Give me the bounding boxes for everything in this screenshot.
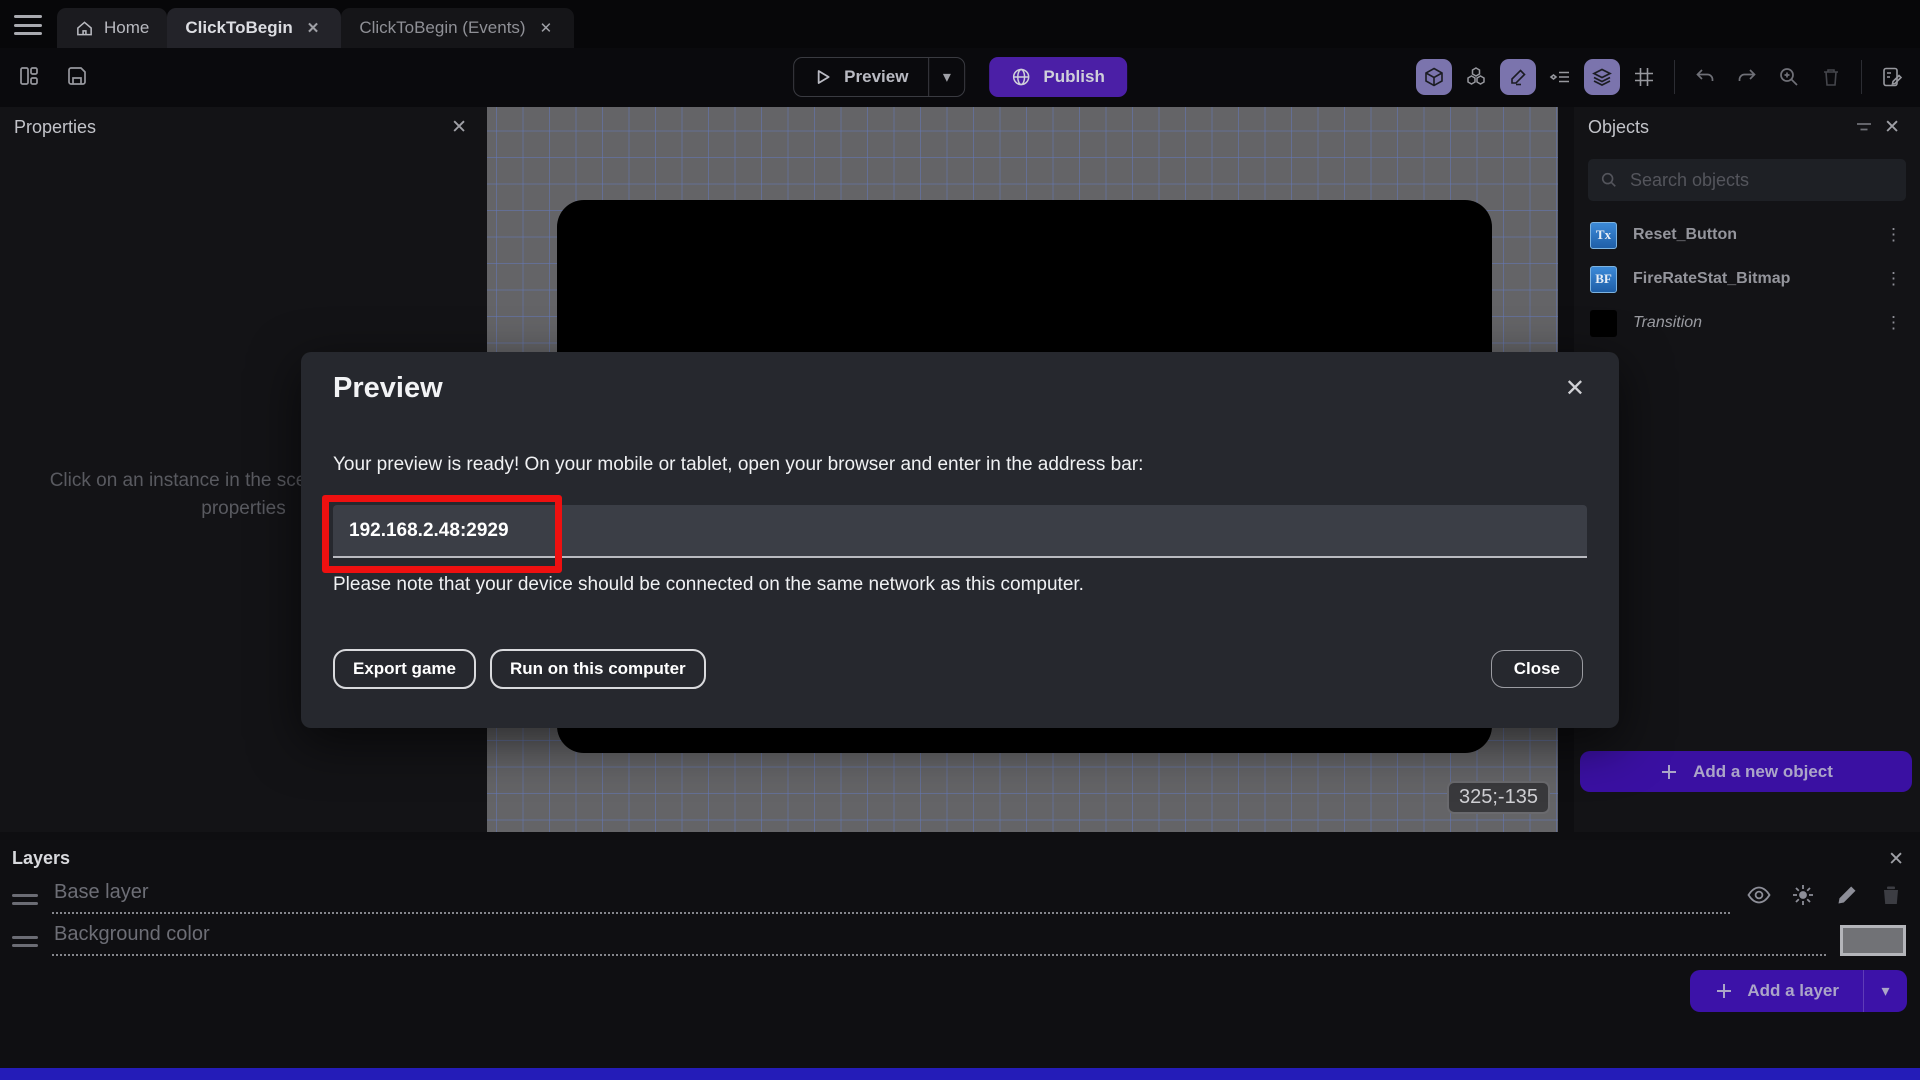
layers-icon[interactable] [1584,59,1620,95]
add-layer-caret-icon[interactable]: ▾ [1863,970,1907,1012]
zoom-in-icon[interactable] [1771,59,1807,95]
drag-handle-icon[interactable] [12,894,38,914]
objects-panel: Objects ✕ Tx Reset_Button ⋮ BF FireRateS… [1574,107,1920,832]
preview-dialog-title: Preview [333,372,443,404]
bitmap-font-object-icon: BF [1590,265,1617,293]
preview-split-button: Preview ▾ [793,57,966,97]
layers-close-icon[interactable]: ✕ [1882,846,1910,873]
preview-dialog: Preview ✕ Your preview is ready! On your… [301,352,1619,728]
preview-ready-text: Your preview is ready! On your mobile or… [333,454,1144,475]
objects-panel-title: Objects [1588,116,1650,137]
save-icon[interactable] [62,61,92,91]
objects-filter-icon[interactable] [1850,113,1878,141]
tab-scene-label: ClickToBegin [185,18,293,37]
tab-scene[interactable]: ClickToBegin ✕ [167,8,342,48]
run-on-this-computer-button[interactable]: Run on this computer [489,649,706,689]
tab-home[interactable]: Home [57,8,168,48]
close-button[interactable]: Close [1490,650,1583,688]
bottom-blue-strip [0,1068,1920,1080]
toolbar-divider [1674,60,1675,94]
add-layer-button[interactable]: Add a layer ▾ [1690,970,1907,1012]
tab-scene-close-icon[interactable]: ✕ [303,17,324,39]
layers-panel: Layers ✕ Base layer Background color Add… [0,840,1920,1068]
plus-icon [1717,984,1732,998]
publish-button-label: Publish [1043,67,1105,86]
object-menu-dots-icon[interactable]: ⋮ [1877,225,1910,245]
object-menu-dots-icon[interactable]: ⋮ [1877,269,1910,289]
layers-panel-title: Layers [12,848,71,868]
background-color-swatch[interactable] [1840,925,1906,956]
publish-button[interactable]: Publish [989,57,1127,97]
layer-row-base[interactable]: Base layer [12,880,1906,914]
instances-list-icon[interactable] [1542,59,1578,95]
gdevelop-app: Home ClickToBegin ✕ ClickToBegin (Events… [0,0,1920,1080]
layer-row-background-color[interactable]: Background color [12,923,1906,956]
plus-icon [1662,764,1677,779]
globe-icon [1013,68,1030,86]
preview-dialog-close-icon[interactable]: ✕ [1565,374,1585,403]
layer-name-field[interactable]: Background color [52,923,1826,956]
preview-options-caret-icon[interactable]: ▾ [928,58,964,96]
layer-edit-pencil-icon[interactable] [1832,880,1862,910]
objects-cubes-icon[interactable] [1458,59,1494,95]
edit-pencil-icon[interactable] [1500,59,1536,95]
layer-visibility-eye-icon[interactable] [1744,880,1774,910]
toolbar: Preview ▾ Publish [0,48,1920,107]
objects-close-icon[interactable]: ✕ [1878,114,1906,141]
undo-icon[interactable] [1687,59,1723,95]
text-object-icon: Tx [1590,221,1617,249]
layer-effects-sun-icon[interactable] [1788,880,1818,910]
add-new-object-label: Add a new object [1693,761,1833,781]
drag-handle-icon[interactable] [12,936,38,956]
object-menu-dots-icon[interactable]: ⋮ [1877,313,1910,333]
grid-icon[interactable] [1626,59,1662,95]
properties-close-icon[interactable]: ✕ [445,114,473,141]
properties-panel-title: Properties [14,116,97,137]
search-icon [1601,172,1616,187]
toolbar-divider [1861,60,1862,94]
layer-name-field[interactable]: Base layer [52,881,1730,914]
tab-home-label: Home [104,18,150,37]
play-icon [817,70,830,84]
object-name: Transition [1633,314,1703,331]
tab-bar: Home ClickToBegin ✕ ClickToBegin (Events… [0,0,1920,48]
tab-events-close-icon[interactable]: ✕ [536,17,557,39]
add-new-object-button[interactable]: Add a new object [1580,751,1912,792]
object-row-fireratestat-bitmap[interactable]: BF FireRateStat_Bitmap ⋮ [1574,257,1920,301]
object-name: FireRateStat_Bitmap [1633,270,1791,287]
toggle-3d-view-cube-icon[interactable] [1416,59,1452,95]
cursor-coordinates-badge: 325;-135 [1447,781,1550,814]
open-panels-layout-icon[interactable] [14,61,44,91]
layer-delete-trash-icon[interactable] [1876,880,1906,910]
preview-network-note: Please note that your device should be c… [333,574,1084,595]
tab-events[interactable]: ClickToBegin (Events) ✕ [341,8,575,48]
tab-events-label: ClickToBegin (Events) [359,18,526,37]
preview-button[interactable]: Preview [794,58,928,96]
black-square-object-icon [1590,309,1617,337]
preview-address-input[interactable] [333,505,1587,558]
object-name: Reset_Button [1633,226,1738,243]
add-layer-label: Add a layer [1747,981,1839,1000]
objects-search-box[interactable] [1588,159,1906,201]
home-icon [75,19,94,38]
objects-search-input[interactable] [1629,169,1894,191]
edit-scene-events-icon[interactable] [1874,59,1910,95]
preview-button-label: Preview [844,67,909,86]
delete-trash-icon[interactable] [1813,59,1849,95]
object-row-reset-button[interactable]: Tx Reset_Button ⋮ [1574,213,1920,257]
main-menu-hamburger-icon[interactable] [12,12,44,38]
export-game-button[interactable]: Export game [333,649,476,689]
object-row-transition[interactable]: Transition ⋮ [1574,301,1920,345]
redo-icon[interactable] [1729,59,1765,95]
